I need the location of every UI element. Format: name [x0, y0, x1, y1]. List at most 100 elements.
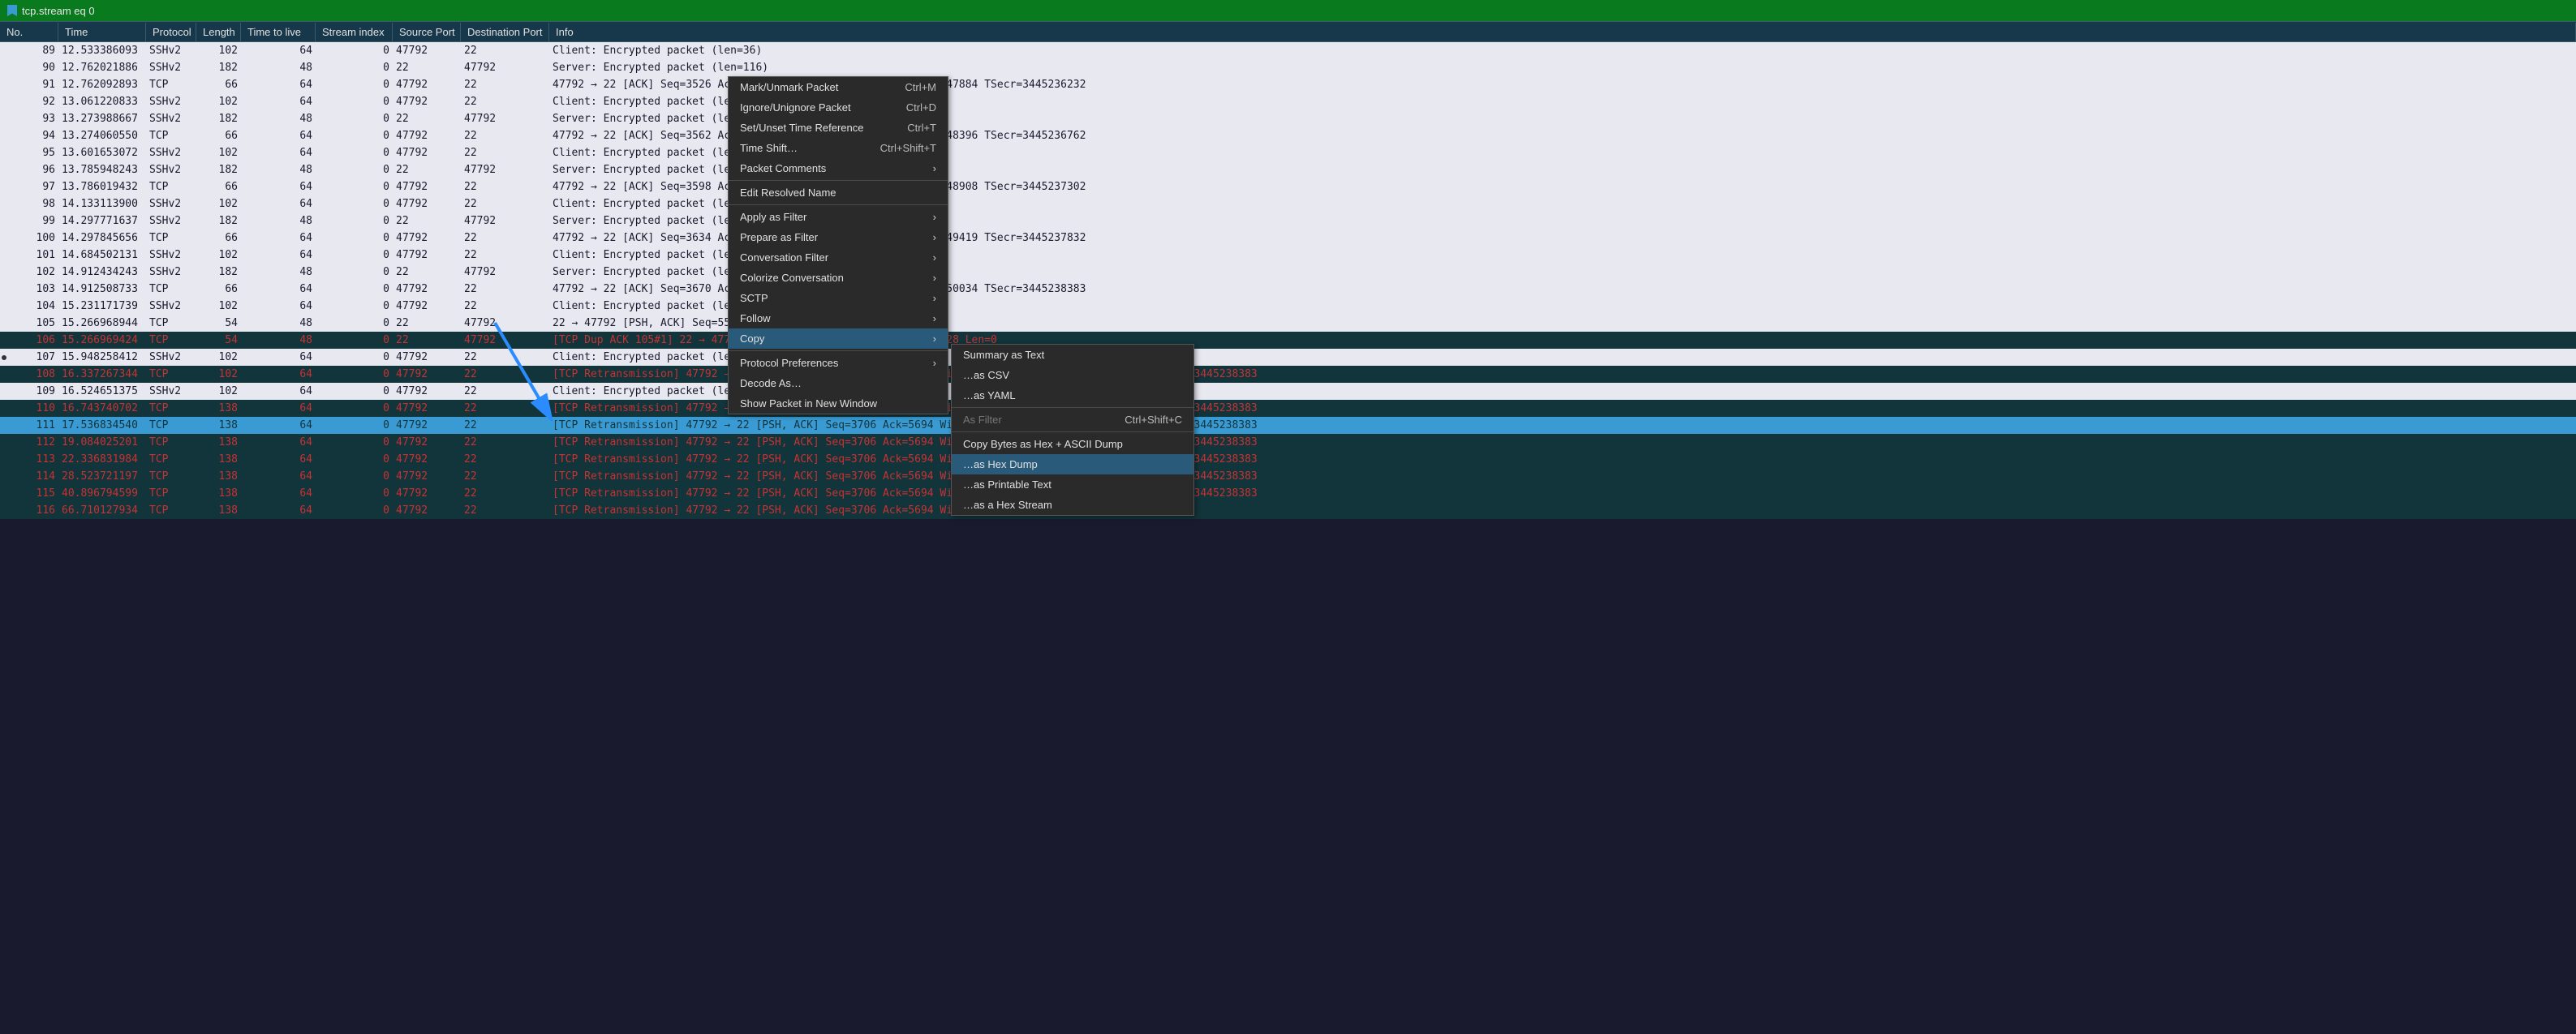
packet-row[interactable]: 9413.274060550TCP66640 477922247792 → 22…: [0, 127, 2576, 144]
packet-row[interactable]: 9513.601653072SSHv2102640 4779222Client:…: [0, 144, 2576, 161]
packet-row[interactable]: 9814.133113900SSHv2102640 4779222Client:…: [0, 195, 2576, 212]
packet-context-menu[interactable]: Mark/Unmark PacketCtrl+MIgnore/Unignore …: [728, 76, 948, 414]
packet-row[interactable]: 11016.743740702TCP138640 4779222[TCP Ret…: [0, 400, 2576, 417]
col-dport[interactable]: Destination Port: [461, 23, 549, 41]
menu-item-label: Ignore/Unignore Packet: [740, 101, 851, 114]
menu-item[interactable]: Copy›: [729, 328, 948, 349]
menu-item[interactable]: Decode As…: [729, 373, 948, 393]
cell-sport: 47792: [393, 385, 461, 397]
cell-ttl: 64: [241, 96, 316, 108]
cell-length: 66: [196, 130, 241, 142]
cell-time: 12.762021886: [58, 62, 146, 74]
packet-row[interactable]: 10615.266969424TCP54480 2247792[TCP Dup …: [0, 332, 2576, 349]
packet-row[interactable]: 10515.266968944TCP54480 224779222 → 4779…: [0, 315, 2576, 332]
col-sport[interactable]: Source Port: [393, 23, 461, 41]
cell-time: 19.084025201: [58, 436, 146, 448]
col-ttl[interactable]: Time to live: [241, 23, 316, 41]
menu-item[interactable]: Protocol Preferences›: [729, 353, 948, 373]
packet-row[interactable]: 10816.337267344TCP102640 4779222[TCP Ret…: [0, 366, 2576, 383]
display-filter-bar[interactable]: tcp.stream eq 0: [0, 0, 2576, 21]
packet-row[interactable]: 10415.231171739SSHv2102640 4779222Client…: [0, 298, 2576, 315]
cell-stream: 0: [316, 351, 393, 363]
menu-item[interactable]: Apply as Filter ›: [729, 207, 948, 227]
menu-separator: [952, 431, 1193, 432]
cell-time: 28.523721197: [58, 470, 146, 483]
menu-item[interactable]: …as a Hex Stream: [952, 495, 1193, 515]
cell-sport: 47792: [393, 232, 461, 244]
menu-item[interactable]: Prepare as Filter›: [729, 227, 948, 247]
packet-row[interactable]: 11219.084025201TCP138640 4779222[TCP Ret…: [0, 434, 2576, 451]
cell-no: 96: [8, 164, 58, 176]
cell-length: 102: [196, 249, 241, 261]
cell-protocol: TCP: [146, 402, 196, 414]
packet-row[interactable]: 10916.524651375SSHv2102640 4779222Client…: [0, 383, 2576, 400]
cell-no: 110: [8, 402, 58, 414]
menu-item[interactable]: Follow›: [729, 308, 948, 328]
menu-item[interactable]: Show Packet in New Window: [729, 393, 948, 414]
col-length[interactable]: Length: [196, 23, 241, 41]
packet-row[interactable]: 9613.785948243SSHv2182480 2247792Server:…: [0, 161, 2576, 178]
menu-item[interactable]: Conversation Filter›: [729, 247, 948, 268]
packet-row[interactable]: 10014.297845656TCP66640 477922247792 → 2…: [0, 230, 2576, 247]
col-no[interactable]: No.: [0, 23, 58, 41]
menu-item[interactable]: Colorize Conversation›: [729, 268, 948, 288]
menu-item[interactable]: SCTP›: [729, 288, 948, 308]
cell-time: 13.601653072: [58, 147, 146, 159]
packet-row[interactable]: 11322.336831984TCP138640 4779222[TCP Ret…: [0, 451, 2576, 468]
menu-item[interactable]: Edit Resolved Name: [729, 182, 948, 203]
chevron-right-icon: ›: [933, 211, 936, 223]
packet-row[interactable]: 10715.948258412SSHv2102640 4779222Client…: [0, 349, 2576, 366]
cell-length: 138: [196, 487, 241, 500]
menu-item-label: Apply as Filter: [740, 211, 806, 223]
cell-time: 40.896794599: [58, 487, 146, 500]
col-time[interactable]: Time: [58, 23, 146, 41]
col-protocol[interactable]: Protocol: [146, 23, 196, 41]
menu-item-label: …as CSV: [963, 369, 1009, 381]
cell-time: 22.336831984: [58, 453, 146, 466]
menu-item[interactable]: Time Shift…Ctrl+Shift+T: [729, 138, 948, 158]
cell-ttl: 64: [241, 130, 316, 142]
packet-row[interactable]: 11540.896794599TCP138640 4779222[TCP Ret…: [0, 485, 2576, 502]
chevron-right-icon: ›: [933, 162, 936, 174]
packet-row[interactable]: 9012.762021886SSHv2182480 2247792Server:…: [0, 59, 2576, 76]
col-stream[interactable]: Stream index: [316, 23, 393, 41]
menu-item[interactable]: Copy Bytes as Hex + ASCII Dump: [952, 434, 1193, 454]
packet-row[interactable]: 8912.533386093SSHv2102640 4779222Client:…: [0, 42, 2576, 59]
packet-row[interactable]: 11117.536834540TCP138640 4779222[TCP Ret…: [0, 417, 2576, 434]
menu-item[interactable]: Ignore/Unignore PacketCtrl+D: [729, 97, 948, 118]
menu-item[interactable]: …as Hex Dump: [952, 454, 1193, 474]
menu-item[interactable]: Set/Unset Time ReferenceCtrl+T: [729, 118, 948, 138]
packet-row[interactable]: 9313.273988667SSHv2182480 2247792Server:…: [0, 110, 2576, 127]
packet-row[interactable]: 11666.710127934TCP138640 4779222[TCP Ret…: [0, 502, 2576, 519]
packet-list[interactable]: 8912.533386093SSHv2102640 4779222Client:…: [0, 42, 2576, 519]
cell-time: 15.231171739: [58, 300, 146, 312]
menu-item[interactable]: …as CSV: [952, 365, 1193, 385]
packet-row[interactable]: 9112.762092893TCP66640 477922247792 → 22…: [0, 76, 2576, 93]
cell-time: 13.061220833: [58, 96, 146, 108]
menu-item[interactable]: Packet Comments›: [729, 158, 948, 178]
cell-protocol: SSHv2: [146, 147, 196, 159]
col-info[interactable]: Info: [549, 23, 2576, 41]
copy-submenu[interactable]: Summary as Text…as CSV…as YAMLAs FilterC…: [951, 344, 1194, 516]
packet-row[interactable]: 10214.912434243SSHv2182480 2247792Server…: [0, 264, 2576, 281]
menu-item[interactable]: …as Printable Text: [952, 474, 1193, 495]
packet-row[interactable]: 9914.297771637SSHv2182480 2247792Server:…: [0, 212, 2576, 230]
packet-row[interactable]: 10114.684502131SSHv2102640 4779222Client…: [0, 247, 2576, 264]
menu-separator: [729, 350, 948, 351]
filter-text[interactable]: tcp.stream eq 0: [22, 5, 95, 17]
packet-row[interactable]: 10314.912508733TCP66640 477922247792 → 2…: [0, 281, 2576, 298]
packet-row[interactable]: 9713.786019432TCP66640 477922247792 → 22…: [0, 178, 2576, 195]
packet-row[interactable]: 11428.523721197TCP138640 4779222[TCP Ret…: [0, 468, 2576, 485]
cell-sport: 47792: [393, 419, 461, 431]
cell-length: 66: [196, 232, 241, 244]
cell-protocol: TCP: [146, 232, 196, 244]
menu-item[interactable]: Summary as Text: [952, 345, 1193, 365]
cell-no: 106: [8, 334, 58, 346]
menu-item[interactable]: …as YAML: [952, 385, 1193, 405]
packet-row[interactable]: 9213.061220833SSHv2102640 4779222Client:…: [0, 93, 2576, 110]
cell-info: Server: Encrypted packet (len=116): [549, 62, 2576, 74]
cell-stream: 0: [316, 215, 393, 227]
menu-item[interactable]: Mark/Unmark PacketCtrl+M: [729, 77, 948, 97]
cell-ttl: 64: [241, 504, 316, 517]
cell-stream: 0: [316, 368, 393, 380]
